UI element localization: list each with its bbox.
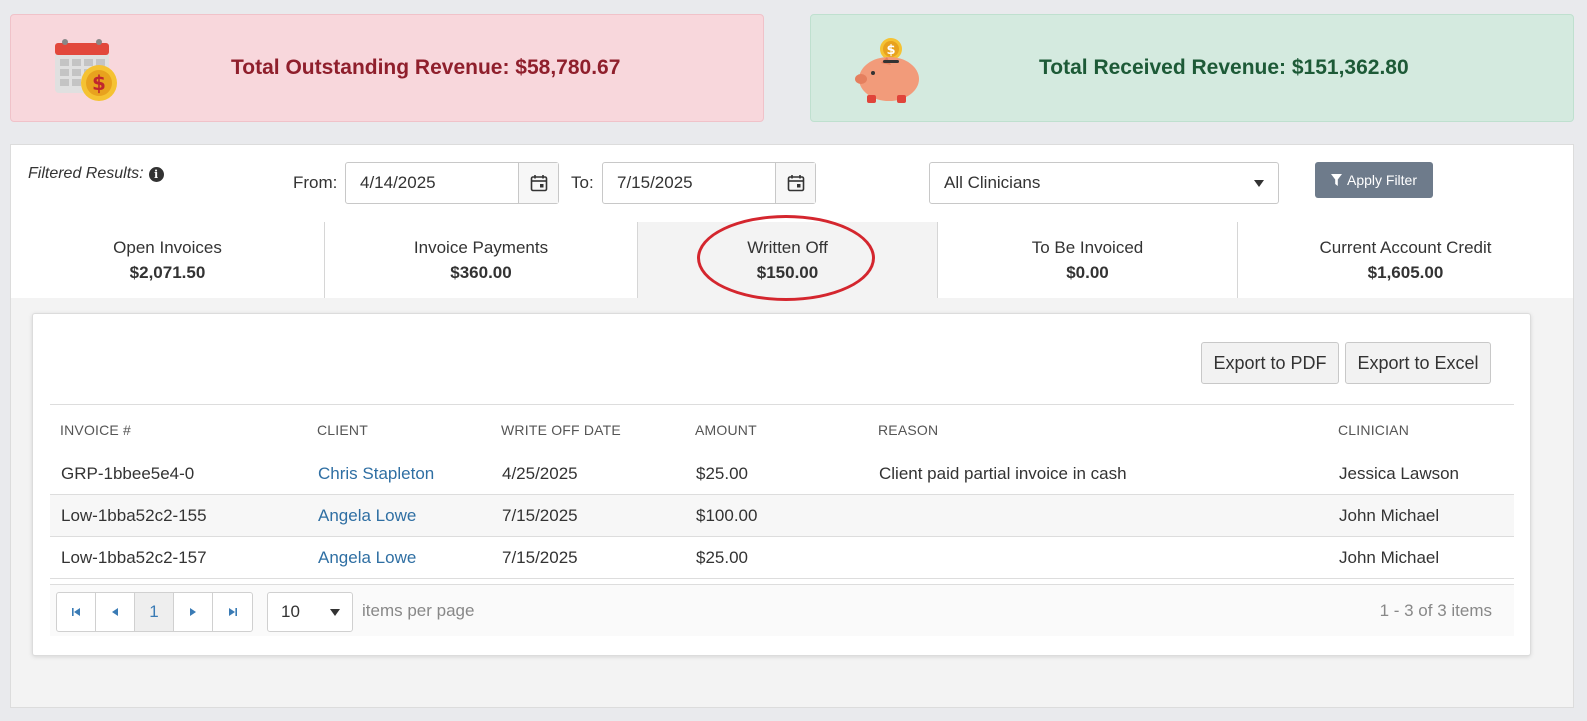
tab-label: Invoice Payments — [413, 237, 549, 257]
client-link[interactable]: Angela Lowe — [318, 548, 416, 568]
tab-value: $150.00 — [756, 262, 819, 282]
info-icon[interactable]: i — [148, 166, 164, 182]
next-page-button[interactable] — [174, 593, 213, 631]
amount-cell: $100.00 — [696, 506, 758, 525]
written-off-table: INVOICE # CLIENT WRITE OFF DATE AMOUNT R… — [50, 404, 1514, 579]
date-cell: 7/15/2025 — [502, 506, 578, 525]
piggy-bank-icon: $ — [855, 38, 919, 103]
from-date-input[interactable]: 4/14/2025 — [346, 163, 518, 203]
reason-cell: Client paid partial invoice in cash — [879, 464, 1127, 483]
export-pdf-button[interactable]: Export to PDF — [1201, 342, 1339, 384]
first-page-icon — [72, 608, 80, 616]
table-row: Low-1bba52c2-157 Angela Lowe 7/15/2025 $… — [50, 537, 1514, 579]
apply-filter-label: Apply Filter — [1346, 172, 1418, 188]
invoice-cell: Low-1bba52c2-155 — [61, 506, 207, 525]
table-row: GRP-1bbee5e4-0 Chris Stapleton 4/25/2025… — [50, 453, 1514, 495]
calendar-icon — [530, 175, 547, 192]
filter-bar: Filtered Results: i From: 4/14/2025 To: … — [11, 145, 1573, 223]
filter-icon — [1330, 174, 1342, 186]
filtered-results-label: Filtered Results: i — [28, 165, 164, 183]
from-date-picker[interactable]: 4/14/2025 — [345, 162, 559, 204]
page-size-select[interactable]: 10 — [267, 592, 353, 632]
column-header-clinician[interactable]: CLINICIAN — [1338, 422, 1409, 438]
outstanding-revenue-text: Total Outstanding Revenue: $58,780.67 — [231, 56, 621, 79]
arrow-right-icon — [190, 608, 196, 616]
to-date-input[interactable]: 7/15/2025 — [603, 163, 775, 203]
column-header-invoice[interactable]: INVOICE # — [60, 422, 131, 438]
filtered-results-text: Filtered Results: — [28, 165, 144, 182]
invoice-cell: Low-1bba52c2-157 — [61, 548, 207, 567]
received-revenue-card: $ Total Received Revenue: $151,362.80 — [810, 14, 1574, 122]
column-header-reason[interactable]: REASON — [878, 422, 938, 438]
received-revenue-text: Total Received Revenue: $151,362.80 — [1039, 56, 1409, 79]
tab-value: $360.00 — [450, 262, 512, 282]
page-button-current[interactable]: 1 — [135, 593, 174, 631]
pager-buttons: 1 — [56, 592, 253, 632]
column-header-write-off-date[interactable]: WRITE OFF DATE — [501, 422, 621, 438]
prev-page-button[interactable] — [96, 593, 135, 631]
clinician-cell: John Michael — [1339, 506, 1440, 525]
client-link[interactable]: Chris Stapleton — [318, 464, 434, 484]
tab-value: $0.00 — [1066, 262, 1109, 282]
column-header-client[interactable]: CLIENT — [317, 422, 368, 438]
tab-label: Written Off — [747, 237, 828, 257]
table-row: Low-1bba52c2-155 Angela Lowe 7/15/2025 $… — [50, 495, 1514, 537]
tab-invoice-payments[interactable]: Invoice Payments $360.00 — [325, 222, 638, 298]
chevron-down-icon — [330, 609, 340, 616]
calendar-dollar-icon: $ — [55, 39, 117, 101]
client-link[interactable]: Angela Lowe — [318, 506, 416, 526]
amount-cell: $25.00 — [696, 548, 748, 567]
clinician-cell: Jessica Lawson — [1339, 464, 1460, 483]
tab-to-be-invoiced[interactable]: To Be Invoiced $0.00 — [938, 222, 1238, 298]
calendar-icon — [787, 175, 804, 192]
outstanding-revenue-card: $ Total Outstanding Revenue: $58,780.67 — [10, 14, 764, 122]
apply-filter-button[interactable]: Apply Filter — [1315, 162, 1433, 198]
last-page-icon — [228, 608, 237, 616]
page-size-value: 10 — [281, 602, 300, 621]
date-cell: 7/15/2025 — [502, 548, 578, 567]
svg-text:$: $ — [886, 43, 895, 58]
last-page-button[interactable] — [213, 593, 252, 631]
amount-cell: $25.00 — [696, 464, 748, 483]
clinician-select-value: All Clinicians — [944, 173, 1041, 192]
tab-current-account-credit[interactable]: Current Account Credit $1,605.00 — [1238, 222, 1573, 298]
written-off-grid: Export to PDF Export to Excel INVOICE # … — [32, 313, 1531, 656]
tab-value: $2,071.50 — [129, 262, 206, 282]
tab-label: Open Invoices — [113, 237, 222, 257]
first-page-button[interactable] — [57, 593, 96, 631]
tab-value: $1,605.00 — [1367, 262, 1444, 282]
from-calendar-button[interactable] — [518, 163, 558, 203]
chevron-down-icon — [1254, 180, 1264, 187]
arrow-left-icon — [112, 608, 118, 616]
to-label: To: — [571, 173, 594, 192]
tab-label: To Be Invoiced — [1031, 237, 1144, 257]
to-calendar-button[interactable] — [775, 163, 815, 203]
to-date-picker[interactable]: 7/15/2025 — [602, 162, 816, 204]
summary-tabs: Open Invoices $2,071.50 Invoice Payments… — [11, 222, 1573, 298]
export-excel-button[interactable]: Export to Excel — [1345, 342, 1491, 384]
pager: 1 10 items per page 1 - 3 of 3 items — [50, 584, 1514, 636]
tab-label: Current Account Credit — [1319, 237, 1492, 257]
invoice-cell: GRP-1bbee5e4-0 — [61, 464, 195, 483]
clinician-select[interactable]: All Clinicians — [929, 162, 1279, 204]
table-header: INVOICE # CLIENT WRITE OFF DATE AMOUNT R… — [50, 405, 1514, 453]
tab-open-invoices[interactable]: Open Invoices $2,071.50 — [11, 222, 325, 298]
svg-text:$: $ — [92, 71, 106, 95]
column-header-amount[interactable]: AMOUNT — [695, 422, 757, 438]
pager-info: 1 - 3 of 3 items — [1379, 601, 1492, 620]
date-cell: 4/25/2025 — [502, 464, 578, 483]
clinician-cell: John Michael — [1339, 548, 1440, 567]
from-label: From: — [293, 173, 338, 192]
items-per-page-label: items per page — [362, 601, 475, 620]
tab-written-off[interactable]: Written Off $150.00 — [638, 222, 938, 298]
